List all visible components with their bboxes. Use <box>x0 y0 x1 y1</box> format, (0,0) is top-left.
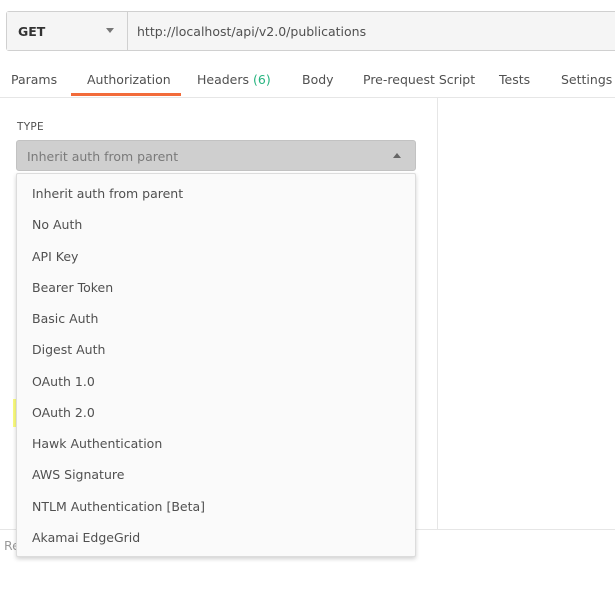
option-api-key[interactable]: API Key <box>17 242 415 273</box>
option-oauth-1[interactable]: OAuth 1.0 <box>17 367 415 398</box>
option-basic-auth[interactable]: Basic Auth <box>17 304 415 335</box>
option-label: API Key <box>32 249 79 264</box>
active-tab-indicator <box>71 93 181 96</box>
url-input[interactable]: http://localhost/api/v2.0/publications <box>137 24 366 39</box>
tabs-divider <box>0 97 615 98</box>
option-label: Hawk Authentication <box>32 436 163 451</box>
option-hawk-authentication[interactable]: Hawk Authentication <box>17 429 415 460</box>
chevron-up-icon <box>393 153 401 158</box>
option-ntlm-authentication[interactable]: NTLM Authentication [Beta] <box>17 492 415 523</box>
option-label: AWS Signature <box>32 467 125 482</box>
option-label: No Auth <box>32 217 83 232</box>
option-oauth-2[interactable]: OAuth 2.0 <box>17 398 415 429</box>
tab-settings[interactable]: Settings <box>561 72 612 87</box>
option-digest-auth[interactable]: Digest Auth <box>17 335 415 366</box>
option-label: Akamai EdgeGrid <box>32 530 141 545</box>
tab-headers[interactable]: Headers (6) <box>197 72 271 87</box>
panel-divider <box>437 98 438 529</box>
option-label: Basic Auth <box>32 311 99 326</box>
tab-pre-request-script[interactable]: Pre-request Script <box>363 72 475 87</box>
tab-body[interactable]: Body <box>302 72 334 87</box>
auth-type-dropdown: Inherit auth from parent No Auth API Key… <box>16 173 416 557</box>
method-label: GET <box>18 24 46 39</box>
chevron-down-icon <box>106 28 114 33</box>
tab-headers-label: Headers <box>197 72 250 87</box>
auth-type-selected-value: Inherit auth from parent <box>27 149 179 164</box>
option-akamai-edgegrid[interactable]: Akamai EdgeGrid <box>17 523 415 554</box>
option-aws-signature[interactable]: AWS Signature <box>17 460 415 491</box>
tab-authorization[interactable]: Authorization <box>87 72 171 87</box>
option-label: Bearer Token <box>32 280 114 295</box>
option-label: NTLM Authentication [Beta] <box>32 499 206 514</box>
option-label: OAuth 1.0 <box>32 374 95 389</box>
request-bar: GET http://localhost/api/v2.0/publicatio… <box>6 11 615 51</box>
option-label: Inherit auth from parent <box>32 186 184 201</box>
headers-count-badge: (6) <box>253 72 271 87</box>
auth-type-label: TYPE <box>17 121 44 133</box>
tab-tests[interactable]: Tests <box>499 72 530 87</box>
option-no-auth[interactable]: No Auth <box>17 210 415 241</box>
option-bearer-token[interactable]: Bearer Token <box>17 273 415 304</box>
tab-params[interactable]: Params <box>11 72 57 87</box>
response-label: Re <box>4 538 16 553</box>
option-inherit-auth[interactable]: Inherit auth from parent <box>17 179 415 210</box>
option-label: Digest Auth <box>32 342 106 357</box>
auth-type-select[interactable]: Inherit auth from parent <box>16 140 416 171</box>
option-label: OAuth 2.0 <box>32 405 95 420</box>
method-select[interactable]: GET <box>7 12 128 50</box>
